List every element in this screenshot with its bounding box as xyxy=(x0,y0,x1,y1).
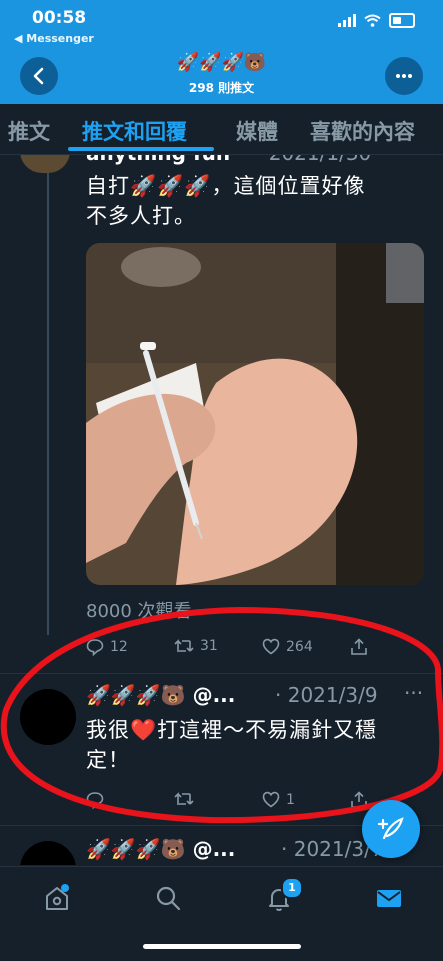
wifi-icon xyxy=(364,14,381,27)
share-button[interactable] xyxy=(350,638,368,656)
retweet-icon xyxy=(174,639,194,652)
tweet-date[interactable]: · 2021/1/30 xyxy=(256,155,371,165)
profile-name: 🚀🚀🚀🐻 xyxy=(176,52,267,73)
tweet-author-name[interactable]: 🚀🚀🚀🐻 @... xyxy=(86,837,235,861)
tweet-text: 自打🚀🚀🚀，這個位置好像 不多人打。 xyxy=(86,174,366,228)
notification-badge: 1 xyxy=(281,877,303,899)
nav-home[interactable] xyxy=(42,883,72,913)
retweet-button[interactable]: 31 xyxy=(174,638,218,654)
compose-tweet-button[interactable] xyxy=(362,800,420,858)
tweet-date[interactable]: · 2021/3/9 xyxy=(275,683,378,707)
share-icon xyxy=(351,638,367,655)
home-indicator xyxy=(143,944,301,949)
share-icon xyxy=(351,791,367,808)
like-button[interactable]: 1 xyxy=(262,791,295,808)
heart-icon xyxy=(262,638,280,655)
reply-button[interactable]: 12 xyxy=(86,638,128,656)
tweet-divider xyxy=(0,673,443,674)
more-icon xyxy=(396,74,412,78)
tab-tweets-and-replies[interactable]: 推文和回覆 xyxy=(82,116,187,146)
retweet-button[interactable] xyxy=(174,791,194,807)
nav-search[interactable] xyxy=(153,883,183,913)
view-count: 8000 次觀看 xyxy=(86,601,192,622)
home-icon xyxy=(46,884,69,910)
status-icons xyxy=(338,13,415,28)
battery-icon xyxy=(389,13,415,28)
nav-messages[interactable] xyxy=(374,883,404,913)
avatar[interactable] xyxy=(20,689,76,745)
injection-photo-image xyxy=(86,243,424,585)
back-to-messenger-link[interactable]: ◀ Messenger xyxy=(14,32,94,45)
tab-likes[interactable]: 喜歡的內容 xyxy=(310,116,415,146)
reply-count: 12 xyxy=(110,639,128,655)
reply-button[interactable] xyxy=(86,791,104,809)
tweet-text: 我很❤️打這裡～不易漏針又穩 定！ xyxy=(86,718,378,772)
active-tab-indicator xyxy=(68,147,214,151)
retweet-icon xyxy=(174,792,194,805)
notification-badge-count: 1 xyxy=(288,881,296,894)
avatar[interactable] xyxy=(20,841,76,865)
tweet-photo[interactable] xyxy=(86,243,424,585)
tweet-author-name[interactable]: anything fun xyxy=(86,155,230,165)
reply-icon xyxy=(86,792,104,809)
mail-icon xyxy=(377,890,401,907)
tweet-count: 298 則推文 xyxy=(188,81,255,95)
status-time: 00:58 xyxy=(32,8,87,28)
retweet-count: 31 xyxy=(200,638,218,654)
heart-icon xyxy=(262,791,280,808)
more-options-button[interactable] xyxy=(385,57,423,95)
tab-media[interactable]: 媒體 xyxy=(236,116,278,146)
share-button[interactable] xyxy=(350,791,368,809)
thread-line xyxy=(47,155,49,635)
like-count: 1 xyxy=(286,791,295,808)
reply-icon xyxy=(86,639,104,656)
timeline[interactable]: anything fun · 2021/1/30 自打🚀🚀🚀，這個位置好像 不多… xyxy=(0,155,443,865)
compose-feather-icon xyxy=(377,817,404,840)
avatar[interactable] xyxy=(20,155,70,173)
profile-tabs: 推文 推文和回覆 媒體 喜歡的內容 xyxy=(0,104,443,155)
search-icon xyxy=(156,886,181,911)
like-button[interactable]: 264 xyxy=(262,638,313,655)
tweet-author-name[interactable]: 🚀🚀🚀🐻 @... xyxy=(86,683,235,707)
like-count: 264 xyxy=(286,638,313,655)
nav-notifications[interactable]: 1 xyxy=(264,877,303,913)
profile-header: 00:58 ◀ Messenger 🚀🚀🚀🐻 298 則推文 xyxy=(0,0,443,104)
signal-icon xyxy=(338,14,356,27)
tab-tweets[interactable]: 推文 xyxy=(8,116,50,146)
tweet-more-button[interactable]: ··· xyxy=(404,681,423,705)
